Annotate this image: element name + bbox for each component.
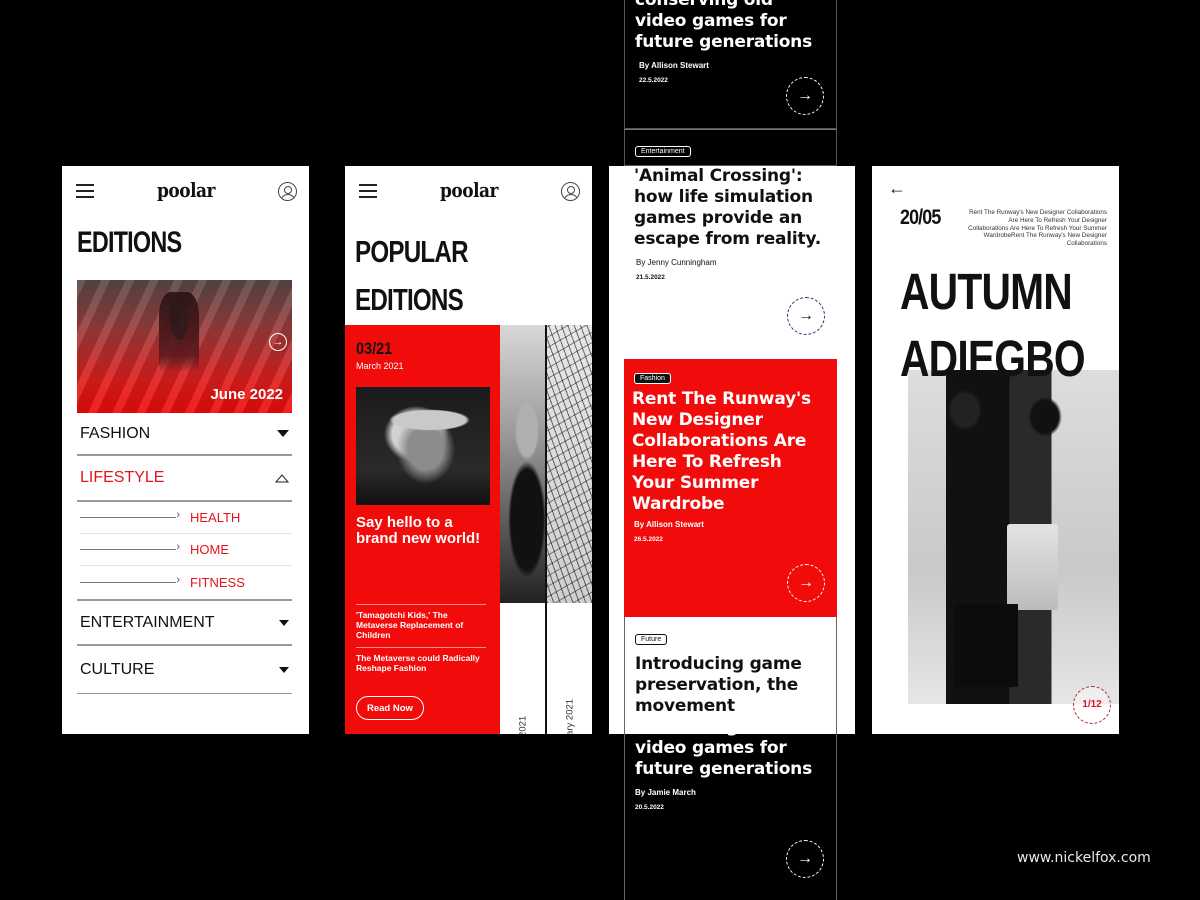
image-pager[interactable]: 1/12: [1073, 686, 1111, 724]
arrow-line-icon: [80, 509, 180, 521]
edition-cover-image: [500, 325, 545, 603]
caret-up-icon: [275, 473, 289, 483]
subcategory-home[interactable]: HOME: [80, 534, 292, 566]
arrow-line-icon: [80, 574, 180, 586]
article-card[interactable]: Future Introducing game preservation, th…: [624, 617, 837, 900]
subcategory-label: HEALTH: [190, 510, 241, 525]
edition-month-label: July 2021: [517, 677, 528, 734]
arrow-line-icon: [80, 541, 180, 553]
article-author: By Jenny Cunningham: [636, 258, 717, 267]
category-entertainment[interactable]: ENTERTAINMENT: [77, 601, 292, 646]
edition-title: AUTUMN ADIEGBO: [900, 258, 1086, 392]
category-tag: Entertainment: [635, 146, 691, 157]
title-line: POPULAR: [355, 234, 469, 269]
user-profile-icon[interactable]: [561, 181, 580, 201]
article-title: conserving old video games for future ge…: [635, 0, 813, 52]
article-author: By Allison Stewart: [634, 520, 704, 529]
website-url: www.nickelfox.com: [1017, 850, 1151, 866]
article-title: Rent The Runway's New Designer Collabora…: [632, 389, 811, 514]
category-label: CULTURE: [80, 660, 155, 678]
edition-strip-january[interactable]: January 2021: [547, 325, 592, 734]
vr-headset-image: [356, 387, 490, 505]
arrow-right-icon[interactable]: →: [786, 840, 824, 878]
category-tag: Future: [635, 634, 668, 645]
hero-edition-card[interactable]: → June 2022: [77, 280, 292, 413]
article-date: 20.5.2022: [635, 804, 664, 811]
photo-detail: [954, 603, 1018, 688]
edition-detail-screen: ← 20/05 Rent The Runway's New Designer C…: [872, 166, 1119, 734]
title-line: ADIEGBO: [900, 330, 1086, 387]
related-articles: 'Tamagotchi Kids,' The Metaverse Replace…: [356, 604, 486, 680]
title-line: EDITIONS: [355, 282, 464, 317]
caret-down-icon: [277, 430, 289, 437]
edition-number: 03/21: [356, 339, 393, 358]
article-title-part: conserving old video games for future ge…: [635, 717, 813, 779]
editorial-photo[interactable]: [908, 370, 1119, 704]
edition-month-label: January 2021: [564, 698, 575, 734]
feature-headline: Say hello to a brand new world!: [356, 514, 481, 547]
category-label: ENTERTAINMENT: [80, 613, 215, 631]
category-label: FASHION: [80, 424, 151, 442]
back-arrow-icon[interactable]: ←: [888, 178, 906, 199]
caret-down-icon: [279, 666, 289, 673]
app-header: poolar: [359, 178, 580, 204]
edition-description: Rent The Runway's New Designer Collabora…: [968, 209, 1107, 248]
caret-down-icon: [279, 619, 289, 626]
arrow-right-icon[interactable]: →: [786, 77, 824, 115]
arrow-right-icon[interactable]: →: [269, 333, 287, 351]
edition-strip-july[interactable]: July 2021: [500, 325, 545, 734]
read-now-button[interactable]: Read Now: [356, 696, 424, 720]
hamburger-menu-icon[interactable]: [359, 184, 377, 198]
logo[interactable]: poolar: [157, 180, 216, 203]
article-author: By Jamie March: [635, 788, 696, 797]
category-lifestyle[interactable]: LIFESTYLE: [77, 456, 292, 502]
article-card[interactable]: Entertainment: [624, 129, 837, 166]
logo[interactable]: poolar: [440, 180, 499, 203]
popular-editions-screen: poolar POPULAR EDITIONS 03/21 March 2021…: [345, 166, 592, 734]
edition-cover-image: [547, 325, 592, 603]
user-profile-icon[interactable]: [278, 181, 297, 201]
arrow-right-icon[interactable]: →: [787, 564, 825, 602]
article-card[interactable]: Fashion Rent The Runway's New Designer C…: [624, 359, 837, 617]
article-date: 26.5.2022: [634, 536, 663, 543]
subcategory-health[interactable]: HEALTH: [80, 502, 292, 534]
category-accordion: FASHION LIFESTYLE HEALTH HOME FITNESS EN…: [77, 413, 292, 694]
article-link[interactable]: The Metaverse could Radically Reshape Fa…: [356, 647, 486, 680]
hero-image: [159, 292, 199, 372]
photo-detail: [1007, 523, 1058, 611]
hero-date: June 2022: [210, 386, 283, 403]
edition-date: 20/05: [900, 206, 941, 229]
article-title: 'Animal Crossing': how life simulation g…: [634, 166, 822, 249]
article-card[interactable]: conserving old video games for future ge…: [624, 0, 837, 129]
article-feed: conserving old video games for future ge…: [624, 0, 837, 900]
article-date: 21.5.2022: [636, 274, 665, 281]
subcategory-label: FITNESS: [190, 575, 245, 590]
category-tag: Fashion: [634, 373, 671, 384]
article-title-part: Introducing game preservation, the movem…: [635, 654, 802, 716]
title-line: AUTUMN: [900, 263, 1073, 320]
hamburger-menu-icon[interactable]: [76, 184, 94, 198]
article-link[interactable]: 'Tamagotchi Kids,' The Metaverse Replace…: [356, 604, 486, 647]
edition-month: March 2021: [356, 361, 404, 371]
app-header: poolar: [76, 178, 297, 204]
page-title: POPULAR EDITIONS: [355, 228, 469, 324]
category-label: LIFESTYLE: [80, 469, 165, 486]
card-content: Future Introducing game preservation, th…: [625, 617, 836, 811]
page-title: EDITIONS: [77, 226, 182, 259]
article-card[interactable]: 'Animal Crossing': how life simulation g…: [624, 166, 837, 359]
category-fashion[interactable]: FASHION: [77, 413, 292, 456]
category-culture[interactable]: CULTURE: [77, 646, 292, 694]
arrow-right-icon[interactable]: →: [787, 297, 825, 335]
editions-screen: poolar EDITIONS → June 2022 FASHION LIFE…: [62, 166, 309, 734]
featured-edition-card[interactable]: 03/21 March 2021 Say hello to a brand ne…: [345, 325, 500, 734]
subcategory-label: HOME: [190, 542, 229, 557]
article-author: By Allison Stewart: [639, 61, 709, 70]
subcategory-fitness[interactable]: FITNESS: [77, 566, 292, 601]
